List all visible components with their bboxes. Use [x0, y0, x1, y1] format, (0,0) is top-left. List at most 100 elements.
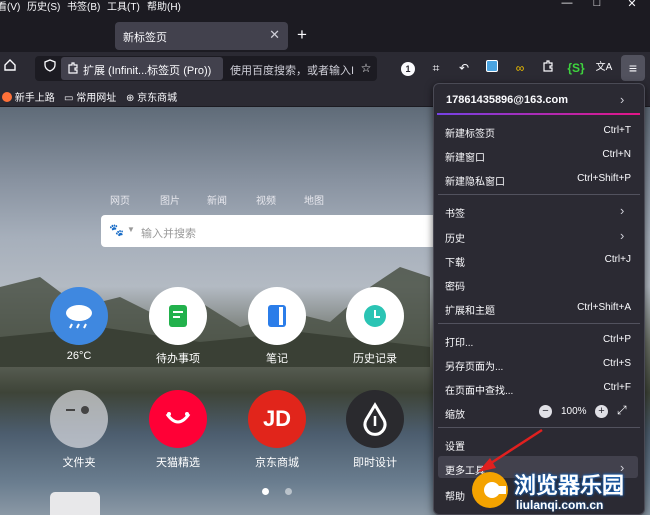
- menu-save-page[interactable]: 另存页面为...: [445, 358, 503, 373]
- bookmark-new-user[interactable]: 新手上路: [2, 89, 55, 104]
- zoom-out-button[interactable]: −: [539, 405, 552, 418]
- extension-icon: [67, 61, 79, 79]
- shield-icon[interactable]: [40, 58, 60, 78]
- menu-divider: [438, 323, 640, 324]
- shortcut-save: Ctrl+S: [602, 358, 631, 369]
- tile-label-todo: 待办事项: [156, 353, 200, 365]
- chevron-right-icon: ›: [620, 228, 625, 243]
- menu-zoom-label: 缩放: [445, 410, 465, 421]
- counter-badge-icon[interactable]: 1: [398, 58, 418, 78]
- menu-new-private-window[interactable]: 新建隐私窗口: [445, 173, 505, 188]
- shortcut-addons: Ctrl+Shift+A: [577, 302, 631, 313]
- menu-history[interactable]: 历史(S): [27, 0, 60, 13]
- menu-history-item[interactable]: 历史: [445, 230, 465, 245]
- new-tab-button[interactable]: +: [297, 25, 307, 45]
- menu-bookmarks[interactable]: 书签(B): [67, 0, 100, 13]
- shortcut-private-window: Ctrl+Shift+P: [577, 173, 631, 184]
- menu-find-in-page[interactable]: 在页面中查找...: [445, 382, 513, 397]
- search-input[interactable]: 输入并搜索: [141, 225, 196, 241]
- identity-box[interactable]: 扩展 (Infinit...标签页 (Pro)): [61, 57, 223, 80]
- search-tab-news[interactable]: 新闻: [207, 192, 227, 207]
- search-tab-maps[interactable]: 地图: [304, 192, 324, 207]
- crop-icon[interactable]: ⌗: [426, 58, 446, 78]
- folder-icon: ▭: [64, 93, 74, 104]
- maximize-button[interactable]: □: [587, 0, 607, 11]
- jd-icon[interactable]: JD: [248, 390, 306, 448]
- script-icon[interactable]: {S}: [566, 58, 586, 78]
- tile-label-folder: 文件夹: [62, 457, 96, 469]
- chevron-right-icon: ›: [620, 92, 625, 107]
- account-email[interactable]: 17861435896@163.com: [446, 94, 568, 106]
- tile-label-jd: 京东商城: [255, 457, 299, 469]
- menu-new-tab[interactable]: 新建标签页: [445, 125, 495, 140]
- search-tab-web[interactable]: 网页: [110, 192, 130, 207]
- menu-bar: 看(V) 历史(S) 书签(B) 工具(T) 帮助(H) — □ ✕: [0, 0, 650, 14]
- fullscreen-icon[interactable]: ⤢: [617, 403, 627, 418]
- tile-label-tmall: 天猫精选: [156, 457, 200, 469]
- shortcut-find: Ctrl+F: [603, 382, 632, 393]
- zoom-level[interactable]: 100%: [561, 406, 587, 417]
- shortcut-downloads: Ctrl+J: [604, 254, 631, 265]
- tab-title: 新标签页: [123, 32, 167, 44]
- car-image: [50, 492, 100, 515]
- tile-label-history: 历史记录: [353, 353, 397, 365]
- close-window-button[interactable]: ✕: [622, 0, 642, 11]
- page-dot-1[interactable]: [262, 488, 269, 495]
- globe-icon: ⊕: [126, 93, 135, 104]
- zoom-in-button[interactable]: +: [595, 405, 608, 418]
- shortcut-new-window: Ctrl+N: [602, 149, 631, 160]
- menu-downloads[interactable]: 下载: [445, 254, 465, 269]
- infinity-icon[interactable]: ∞: [510, 58, 530, 78]
- jsdesign-icon[interactable]: [346, 390, 404, 448]
- bookmark-common-sites[interactable]: ▭ 常用网址: [64, 89, 116, 104]
- menu-new-window[interactable]: 新建窗口: [445, 149, 485, 164]
- history-icon[interactable]: [346, 287, 404, 345]
- url-input[interactable]: 使用百度搜索，或者输入I: [230, 62, 355, 78]
- tmall-icon[interactable]: [149, 390, 207, 448]
- todo-icon[interactable]: [149, 287, 207, 345]
- watermark-title: 浏览器乐园: [514, 473, 625, 498]
- tile-label-jsdesign: 即时设计: [353, 457, 397, 469]
- close-tab-icon[interactable]: ✕: [269, 27, 280, 43]
- chevron-right-icon: ›: [620, 203, 625, 218]
- search-tab-images[interactable]: 图片: [160, 192, 180, 207]
- bookmark-star-icon[interactable]: ☆: [356, 58, 376, 78]
- tab-new-tab[interactable]: 新标签页 ✕: [115, 22, 288, 50]
- tab-strip: [0, 14, 650, 52]
- search-box[interactable]: 🐾 ▼ 输入并搜索: [101, 215, 446, 247]
- menu-passwords[interactable]: 密码: [445, 278, 465, 293]
- undo-icon[interactable]: ↶: [454, 58, 474, 78]
- chevron-down-icon[interactable]: ▼: [127, 225, 135, 234]
- firefox-icon: [2, 92, 12, 102]
- watermark-domain: liulanqi.com.cn: [516, 498, 604, 512]
- shortcut-new-tab: Ctrl+T: [603, 125, 632, 136]
- weather-icon[interactable]: [50, 287, 108, 345]
- bookmark-jd[interactable]: ⊕ 京东商城: [126, 89, 177, 104]
- menu-tools[interactable]: 工具(T): [107, 0, 140, 13]
- account-accent-line: [437, 113, 640, 115]
- menu-divider: [438, 194, 640, 195]
- page-dot-2[interactable]: [285, 488, 292, 495]
- translate-icon[interactable]: 文A: [594, 58, 614, 78]
- home-icon[interactable]: [0, 58, 20, 78]
- tile-label-notes: 笔记: [266, 353, 288, 365]
- menu-bookmarks-item[interactable]: 书签: [445, 205, 465, 220]
- folder-icon[interactable]: [50, 390, 108, 448]
- search-tab-video[interactable]: 视频: [256, 192, 276, 207]
- menu-addons-themes[interactable]: 扩展和主题: [445, 302, 495, 317]
- menu-print[interactable]: 打印...: [445, 334, 473, 349]
- minimize-button[interactable]: —: [557, 0, 577, 11]
- menu-view[interactable]: 看(V): [0, 0, 20, 13]
- menu-help[interactable]: 帮助(H): [147, 0, 181, 13]
- screenshot-icon[interactable]: [482, 58, 502, 78]
- baidu-paw-icon[interactable]: 🐾: [109, 223, 124, 237]
- watermark: 浏览器乐园 liulanqi.com.cn: [466, 466, 650, 515]
- notes-icon[interactable]: [248, 287, 306, 345]
- tile-label-weather: 26°C: [66, 350, 92, 362]
- extensions-icon[interactable]: [538, 58, 558, 78]
- shortcut-print: Ctrl+P: [602, 334, 631, 345]
- hamburger-menu-button[interactable]: ≡: [621, 55, 645, 81]
- menu-settings[interactable]: 设置: [445, 438, 465, 453]
- identity-label: 扩展 (Infinit...标签页 (Pro)): [83, 65, 212, 77]
- menu-help-item[interactable]: 帮助: [445, 488, 465, 503]
